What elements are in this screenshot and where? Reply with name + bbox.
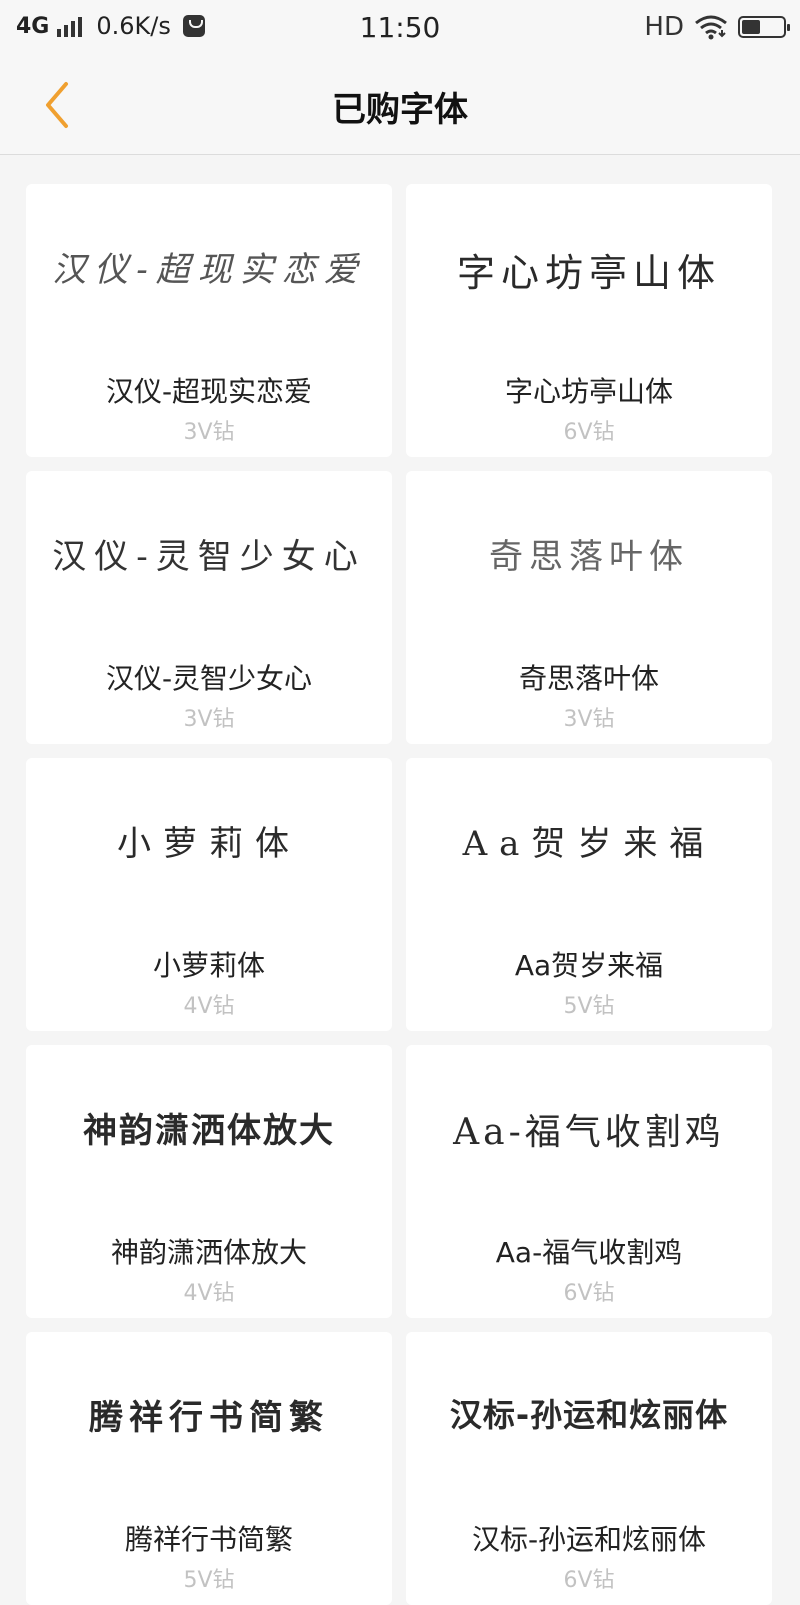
- font-price: 3V钻: [183, 707, 235, 732]
- font-card[interactable]: 小萝莉体 小萝莉体 4V钻: [26, 758, 392, 1031]
- font-price: 5V钻: [563, 994, 615, 1019]
- font-card[interactable]: 汉仪-超现实恋爱 汉仪-超现实恋爱 3V钻: [26, 184, 392, 457]
- font-card[interactable]: 奇思落叶体 奇思落叶体 3V钻: [406, 471, 772, 744]
- font-name: 字心坊亭山体: [504, 375, 673, 408]
- font-name: Aa-福气收割鸡: [495, 1236, 683, 1269]
- font-price: 4V钻: [183, 1281, 235, 1306]
- font-preview: 汉标-孙运和炫丽体: [449, 1396, 729, 1434]
- font-price: 5V钻: [183, 1568, 235, 1593]
- font-price: 4V钻: [183, 994, 235, 1019]
- font-name: 汉仪-灵智少女心: [105, 662, 313, 695]
- battery-icon: [738, 16, 790, 38]
- font-price: 6V钻: [563, 1568, 615, 1593]
- font-name: 汉标-孙运和炫丽体: [471, 1523, 707, 1556]
- font-preview: 奇思落叶体: [489, 537, 689, 577]
- font-preview: Aa贺岁来福: [462, 824, 716, 864]
- font-card[interactable]: Aa-福气收割鸡 Aa-福气收割鸡 6V钻: [406, 1045, 772, 1318]
- font-card[interactable]: 汉仪-灵智少女心 汉仪-灵智少女心 3V钻: [26, 471, 392, 744]
- font-card[interactable]: 神韵潇洒体放大 神韵潇洒体放大 4V钻: [26, 1045, 392, 1318]
- font-card[interactable]: Aa贺岁来福 Aa贺岁来福 5V钻: [406, 758, 772, 1031]
- font-preview: 神韵潇洒体放大: [83, 1111, 335, 1151]
- font-preview: 汉仪-灵智少女心: [52, 537, 366, 577]
- font-name: 腾祥行书简繁: [124, 1523, 293, 1556]
- top-bar: 已购字体: [0, 56, 800, 155]
- page-title: 已购字体: [332, 90, 468, 130]
- wifi-icon: [695, 15, 727, 40]
- font-name: 奇思落叶体: [518, 662, 659, 695]
- font-price: 6V钻: [563, 420, 615, 445]
- status-right: HD: [644, 12, 790, 42]
- font-card[interactable]: 字心坊亭山体 字心坊亭山体 6V钻: [406, 184, 772, 457]
- font-preview: 字心坊亭山体: [456, 251, 721, 295]
- font-price: 6V钻: [563, 1281, 615, 1306]
- font-preview: 腾祥行书简繁: [89, 1398, 329, 1438]
- hd-indicator: HD: [644, 12, 684, 42]
- font-name: 神韵潇洒体放大: [110, 1236, 307, 1269]
- font-preview: 小萝莉体: [117, 824, 301, 864]
- font-price: 3V钻: [563, 707, 615, 732]
- font-name: 小萝莉体: [152, 949, 265, 982]
- battery-level: [742, 20, 760, 34]
- font-preview: Aa-福气收割鸡: [453, 1112, 725, 1153]
- font-name: 汉仪-超现实恋爱: [105, 375, 313, 408]
- font-name: Aa贺岁来福: [514, 949, 664, 982]
- font-preview: 汉仪-超现实恋爱: [52, 250, 366, 290]
- font-card[interactable]: 腾祥行书简繁 腾祥行书简繁 5V钻: [26, 1332, 392, 1605]
- font-price: 3V钻: [183, 420, 235, 445]
- font-card[interactable]: 汉标-孙运和炫丽体 汉标-孙运和炫丽体 6V钻: [406, 1332, 772, 1605]
- font-grid: 汉仪-超现实恋爱 汉仪-超现实恋爱 3V钻 字心坊亭山体 字心坊亭山体 6V钻 …: [26, 184, 774, 1605]
- status-bar: 4G 0.6K/s 11:50 HD: [0, 0, 800, 56]
